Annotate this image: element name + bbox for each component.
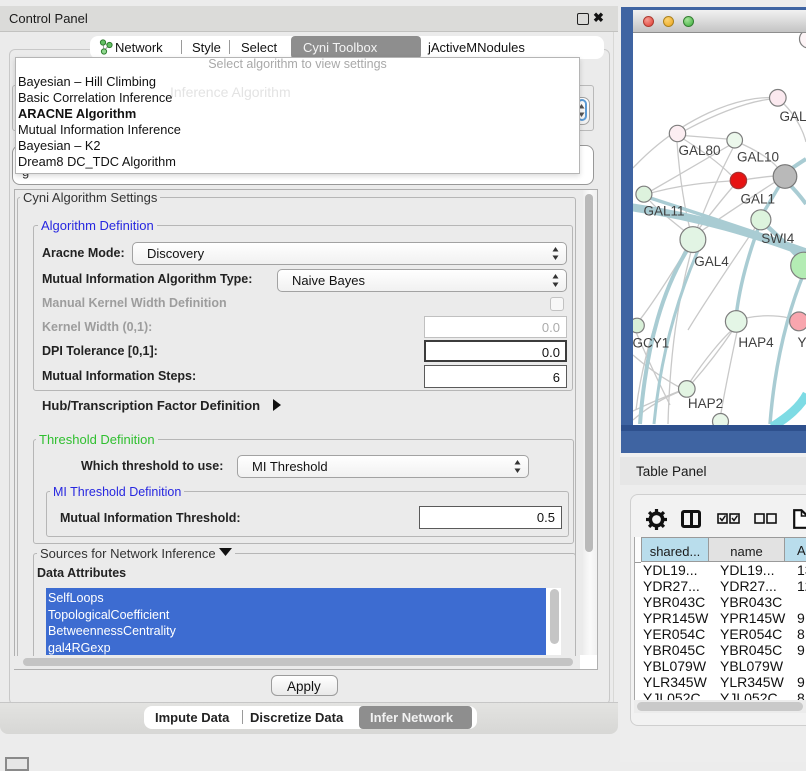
svg-text:HAP2: HAP2 bbox=[688, 396, 723, 411]
svg-text:GAL1: GAL1 bbox=[741, 192, 776, 207]
svg-text:SWI4: SWI4 bbox=[761, 231, 794, 246]
svg-text:GCY1: GCY1 bbox=[633, 336, 669, 351]
svg-text:YM: YM bbox=[798, 335, 806, 350]
svg-text:GAL80: GAL80 bbox=[679, 143, 721, 158]
svg-text:GAL11: GAL11 bbox=[644, 204, 685, 219]
svg-text:GAL10: GAL10 bbox=[737, 150, 779, 165]
svg-text:GAL7: GAL7 bbox=[780, 109, 806, 124]
svg-text:HAP4: HAP4 bbox=[738, 335, 774, 350]
svg-text:GAL4: GAL4 bbox=[694, 254, 729, 269]
